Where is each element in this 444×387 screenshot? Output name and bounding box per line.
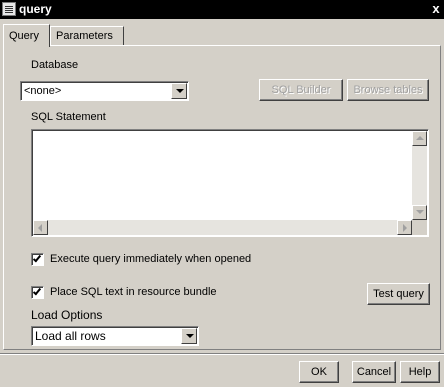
- tab-query[interactable]: Query: [3, 24, 50, 47]
- test-query-button[interactable]: Test query: [367, 283, 430, 305]
- window-title: query: [19, 2, 52, 16]
- load-options-dropdown-button[interactable]: [181, 328, 197, 344]
- execute-immediately-label: Execute query immediately when opened: [50, 253, 252, 265]
- execute-immediately-option[interactable]: Execute query immediately when opened: [31, 253, 271, 267]
- scroll-left-button[interactable]: [33, 220, 48, 235]
- scroll-down-button[interactable]: [412, 205, 427, 220]
- database-dropdown-button[interactable]: [171, 83, 187, 99]
- query-window-icon: [2, 2, 16, 16]
- checkmark-icon: [32, 253, 42, 263]
- cancel-button[interactable]: Cancel: [352, 361, 396, 383]
- tab-parameters[interactable]: Parameters: [50, 26, 124, 46]
- help-button[interactable]: Help: [400, 361, 440, 383]
- database-label: Database: [31, 59, 79, 71]
- footer-separator: [0, 353, 444, 355]
- resource-bundle-checkbox[interactable]: [31, 286, 44, 299]
- ok-button[interactable]: OK: [299, 361, 339, 383]
- query-tab-panel: Database <none> SQL Builder Browse table…: [3, 45, 441, 350]
- execute-immediately-checkbox[interactable]: [31, 253, 44, 266]
- sql-vertical-scrollbar[interactable]: [412, 131, 427, 220]
- sql-horizontal-scrollbar[interactable]: [33, 220, 412, 235]
- load-options-label: Load Options: [31, 308, 103, 322]
- browse-tables-button[interactable]: Browse tables: [347, 79, 429, 101]
- chevron-down-icon: [186, 334, 194, 338]
- database-select[interactable]: <none>: [20, 81, 189, 101]
- query-dialog: query x Query Parameters Database <none>…: [0, 0, 444, 387]
- sql-statement-label: SQL Statement: [31, 111, 106, 123]
- scroll-left-icon: [38, 224, 42, 232]
- scroll-right-button[interactable]: [397, 220, 412, 235]
- resource-bundle-label: Place SQL text in resource bundle: [50, 286, 217, 298]
- scroll-right-icon: [403, 224, 407, 232]
- sql-statement-textarea[interactable]: [31, 129, 429, 237]
- load-options-select[interactable]: Load all rows: [31, 326, 199, 346]
- scrollbar-corner: [412, 220, 427, 235]
- scroll-up-icon: [416, 136, 424, 140]
- database-select-value: <none>: [24, 85, 62, 97]
- scroll-down-icon: [416, 210, 424, 214]
- chevron-down-icon: [176, 89, 184, 93]
- load-options-value: Load all rows: [35, 329, 106, 343]
- title-bar[interactable]: query x: [0, 0, 444, 19]
- sql-builder-button[interactable]: SQL Builder: [259, 79, 343, 101]
- checkmark-icon: [32, 286, 42, 296]
- close-icon[interactable]: x: [430, 1, 442, 17]
- scroll-up-button[interactable]: [412, 131, 427, 146]
- resource-bundle-option[interactable]: Place SQL text in resource bundle: [31, 286, 231, 300]
